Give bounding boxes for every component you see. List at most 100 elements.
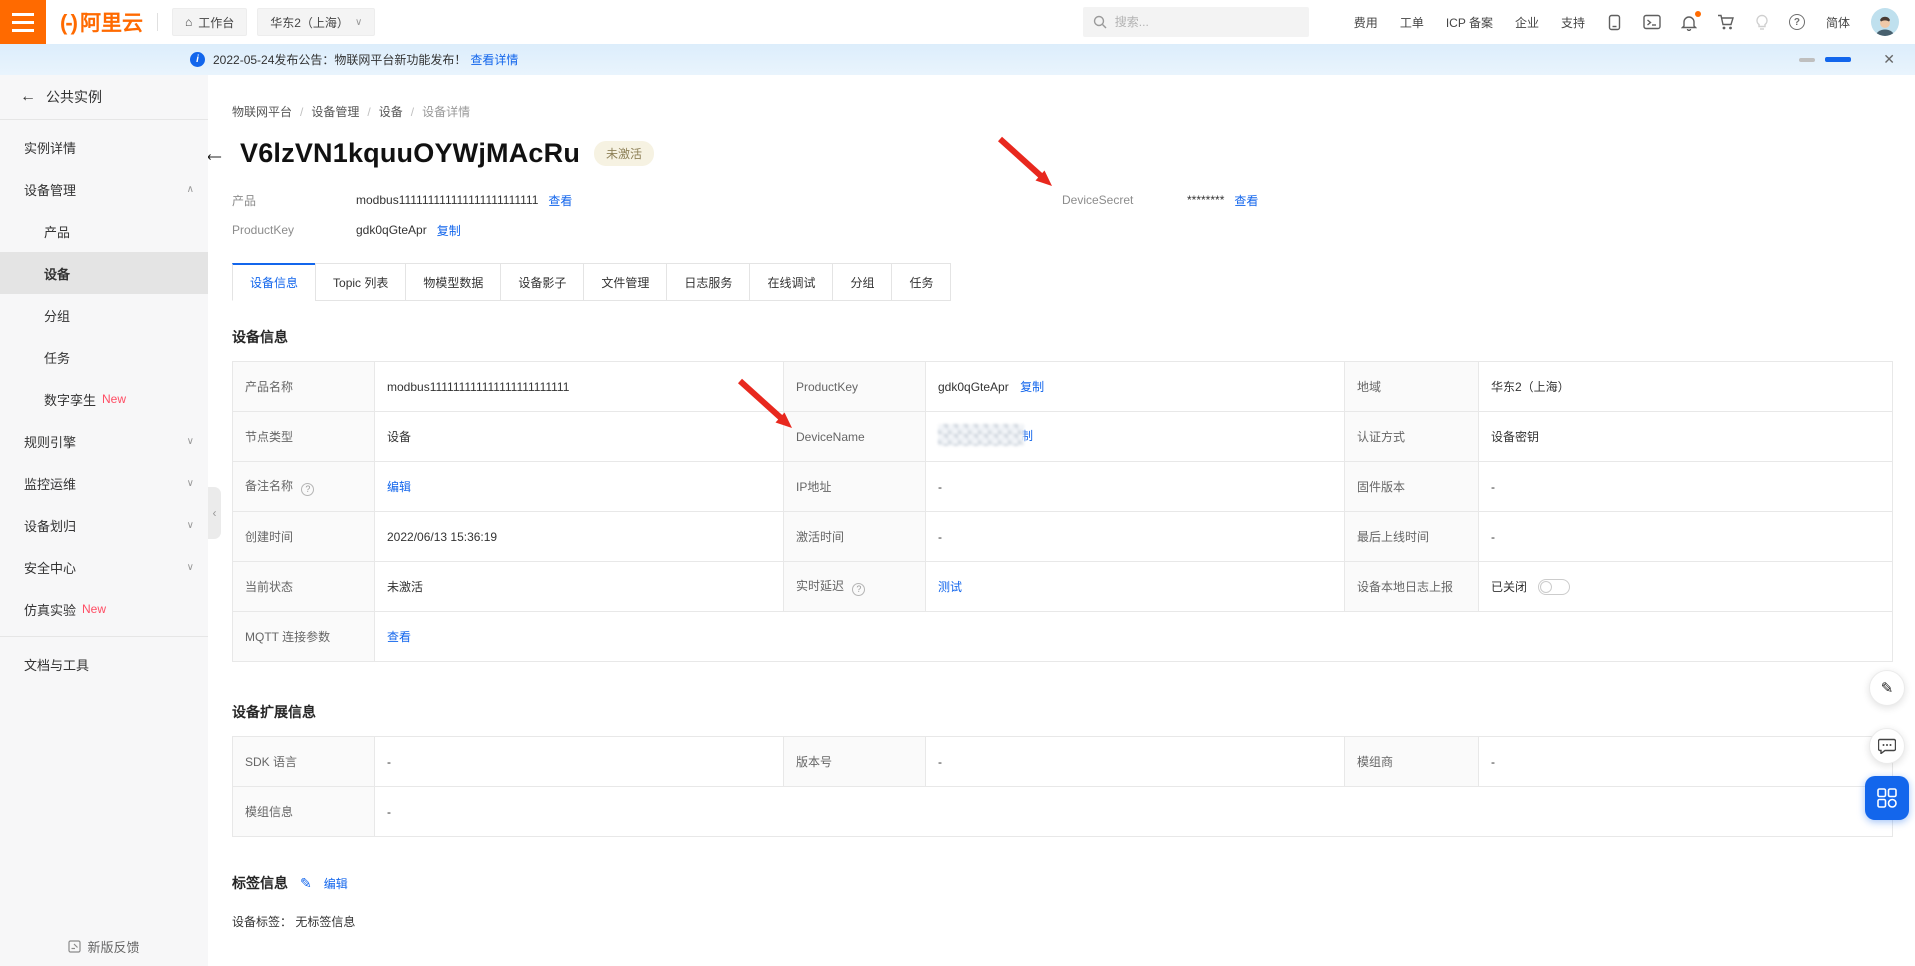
page: (-) 阿里云 ⌂ 工作台 华东2（上海） ∨ 费用 工单 ICP 备案 企业 …	[0, 0, 1915, 966]
chevron-down-icon: ∨	[187, 478, 194, 489]
aliyun-logo-text: 阿里云	[80, 7, 143, 37]
tab-topic-list[interactable]: Topic 列表	[315, 263, 406, 301]
tab-tasks[interactable]: 任务	[891, 263, 951, 301]
sidebar-item-device-assignment[interactable]: 设备划归 ∨	[0, 504, 208, 546]
tab-file-management[interactable]: 文件管理	[583, 263, 667, 301]
section-title-device-ext: 设备扩展信息	[232, 702, 1892, 722]
sidebar-item-label: 规则引擎	[24, 432, 76, 451]
sidebar-item-rules-engine[interactable]: 规则引擎 ∨	[0, 420, 208, 462]
banner-indicator-inactive[interactable]	[1799, 58, 1815, 62]
product-label: 产品	[232, 192, 356, 209]
terminal-icon[interactable]	[1643, 14, 1661, 30]
breadcrumb-devices[interactable]: 设备	[379, 103, 403, 120]
sidebar-item-products[interactable]: 产品	[0, 210, 208, 252]
view-link[interactable]: 查看	[387, 630, 411, 644]
chevron-up-icon: ∧	[187, 184, 194, 195]
close-icon[interactable]: ✕	[1883, 51, 1895, 68]
chat-fab[interactable]	[1869, 728, 1905, 764]
label-module-vendor: 模组商	[1345, 737, 1479, 787]
label-realtime-latency: 实时延迟 ?	[784, 562, 926, 612]
sidebar-item-security-center[interactable]: 安全中心 ∨	[0, 546, 208, 588]
sidebar-item-label: 数字孪生	[44, 390, 96, 409]
page-title: V6lzVN1kquuOYWjMAcRu	[240, 138, 580, 169]
devicesecret-view-link[interactable]: 查看	[1234, 192, 1258, 209]
value-module-vendor: -	[1479, 737, 1893, 787]
sidebar-item-device-management[interactable]: 设备管理 ∧	[0, 168, 208, 210]
hamburger-menu-icon[interactable]	[0, 0, 46, 44]
tab-tsl-data[interactable]: 物模型数据	[405, 263, 501, 301]
app-icon[interactable]	[1606, 14, 1623, 31]
realtime-latency-text: 实时延迟	[796, 579, 844, 593]
sidebar-item-instance-details[interactable]: 实例详情	[0, 126, 208, 168]
feedback-button[interactable]: 新版反馈	[0, 937, 208, 956]
test-link[interactable]: 测试	[938, 580, 962, 594]
sidebar-item-docs-tools[interactable]: 文档与工具	[0, 643, 208, 685]
question-icon[interactable]: ?	[301, 483, 314, 496]
header-fields: 产品 modbus111111111111111111111111 查看 Pro…	[232, 185, 1892, 247]
feedback-pencil-fab[interactable]: ✎	[1869, 670, 1905, 706]
back-arrow-icon[interactable]: ←	[208, 142, 226, 166]
language-selector[interactable]: 简体	[1826, 14, 1850, 31]
value-auth-method: 设备密钥	[1479, 412, 1893, 462]
nav-billing[interactable]: 费用	[1354, 14, 1378, 31]
tab-device-shadow[interactable]: 设备影子	[500, 263, 584, 301]
sidebar-item-simulation[interactable]: 仿真实验 New	[0, 588, 208, 630]
local-log-toggle[interactable]	[1538, 579, 1570, 595]
sidebar-item-devices[interactable]: 设备	[0, 252, 208, 294]
help-icon[interactable]: ?	[1789, 14, 1805, 30]
breadcrumb-device-details: 设备详情	[422, 103, 470, 120]
question-icon[interactable]: ?	[852, 583, 865, 596]
sidebar-item-monitoring-ops[interactable]: 监控运维 ∨	[0, 462, 208, 504]
value-productkey: gdk0qGteApr 复制	[926, 362, 1345, 412]
cart-icon[interactable]	[1717, 14, 1735, 31]
user-avatar[interactable]	[1871, 8, 1899, 36]
sidebar-back-button[interactable]: ← 公共实例	[0, 75, 208, 120]
productkey-copy-link[interactable]: 复制	[437, 222, 461, 239]
tab-device-info[interactable]: 设备信息	[232, 263, 316, 301]
sidebar-item-groups[interactable]: 分组	[0, 294, 208, 336]
tag-edit-link[interactable]: 编辑	[324, 875, 348, 892]
chat-bubble-icon	[1878, 738, 1896, 754]
product-view-link[interactable]: 查看	[548, 192, 572, 209]
tab-groups[interactable]: 分组	[832, 263, 892, 301]
sidebar: ← 公共实例 实例详情 设备管理 ∧ 产品 设备 分组	[0, 75, 208, 966]
label-devicename: DeviceName	[784, 412, 926, 462]
nav-support[interactable]: 支持	[1561, 14, 1585, 31]
device-tags-line: 设备标签： 无标签信息	[232, 913, 1892, 930]
announcement-details-link[interactable]: 查看详情	[470, 51, 518, 68]
notification-bell-icon[interactable]	[1681, 14, 1697, 31]
tab-online-debug[interactable]: 在线调试	[749, 263, 833, 301]
sidebar-collapse-handle[interactable]: ‹	[208, 487, 221, 539]
value-local-log-report: 已关闭	[1479, 562, 1893, 612]
global-search[interactable]	[1083, 7, 1309, 37]
table-row: 节点类型 设备 DeviceName 复制 认证方式 设备密钥	[233, 412, 1893, 462]
value-module-info: -	[375, 787, 1893, 837]
tab-log-service[interactable]: 日志服务	[666, 263, 750, 301]
workbench-button[interactable]: ⌂ 工作台	[172, 8, 247, 36]
nav-icp[interactable]: ICP 备案	[1446, 14, 1493, 31]
breadcrumb-iot-platform[interactable]: 物联网平台	[232, 103, 292, 120]
sidebar-item-tasks[interactable]: 任务	[0, 336, 208, 378]
lightbulb-icon[interactable]	[1755, 14, 1769, 31]
nav-enterprise[interactable]: 企业	[1515, 14, 1539, 31]
sidebar-menu: 实例详情 设备管理 ∧ 产品 设备 分组 任务	[0, 120, 208, 685]
breadcrumb-device-management[interactable]: 设备管理	[311, 103, 359, 120]
sidebar-item-digital-twin[interactable]: 数字孪生 New	[0, 378, 208, 420]
label-remark-name: 备注名称 ?	[233, 462, 375, 512]
banner-indicator-active[interactable]	[1825, 57, 1851, 62]
aliyun-logo[interactable]: (-) 阿里云	[60, 7, 143, 37]
top-navbar: (-) 阿里云 ⌂ 工作台 华东2（上海） ∨ 费用 工单 ICP 备案 企业 …	[0, 0, 1915, 44]
widgets-fab[interactable]	[1865, 776, 1909, 820]
device-tabs: 设备信息 Topic 列表 物模型数据 设备影子 文件管理 日志服务 在线调试 …	[232, 263, 1892, 301]
value-last-online-time: -	[1479, 512, 1893, 562]
nav-tickets[interactable]: 工单	[1400, 14, 1424, 31]
value-firmware-version: -	[1479, 462, 1893, 512]
search-input[interactable]	[1115, 15, 1285, 29]
pencil-icon[interactable]: ✎	[300, 875, 312, 892]
value-devicename: 复制	[926, 412, 1345, 462]
edit-link[interactable]: 编辑	[387, 480, 411, 494]
devicesecret-value: ********	[1187, 193, 1224, 207]
copy-link[interactable]: 复制	[1020, 380, 1044, 394]
sidebar-item-label: 设备管理	[24, 180, 76, 199]
region-selector[interactable]: 华东2（上海） ∨	[257, 8, 375, 36]
